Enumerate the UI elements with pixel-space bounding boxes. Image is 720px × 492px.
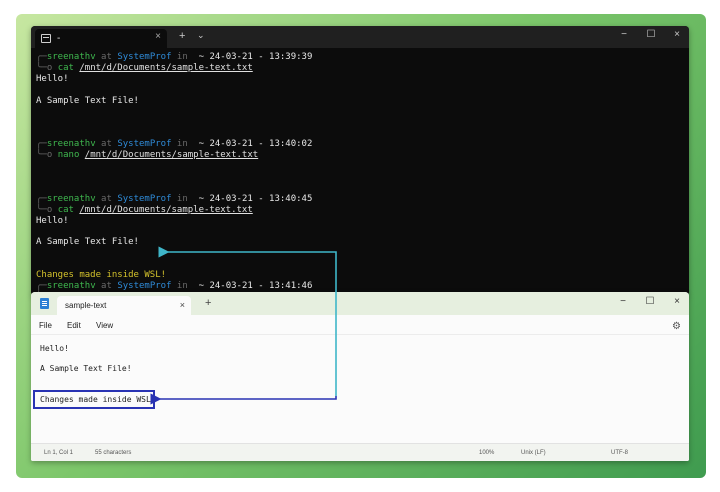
annotation-arrows (150, 246, 337, 405)
blue-arrow (150, 393, 337, 405)
cyan-arrow (158, 246, 337, 396)
